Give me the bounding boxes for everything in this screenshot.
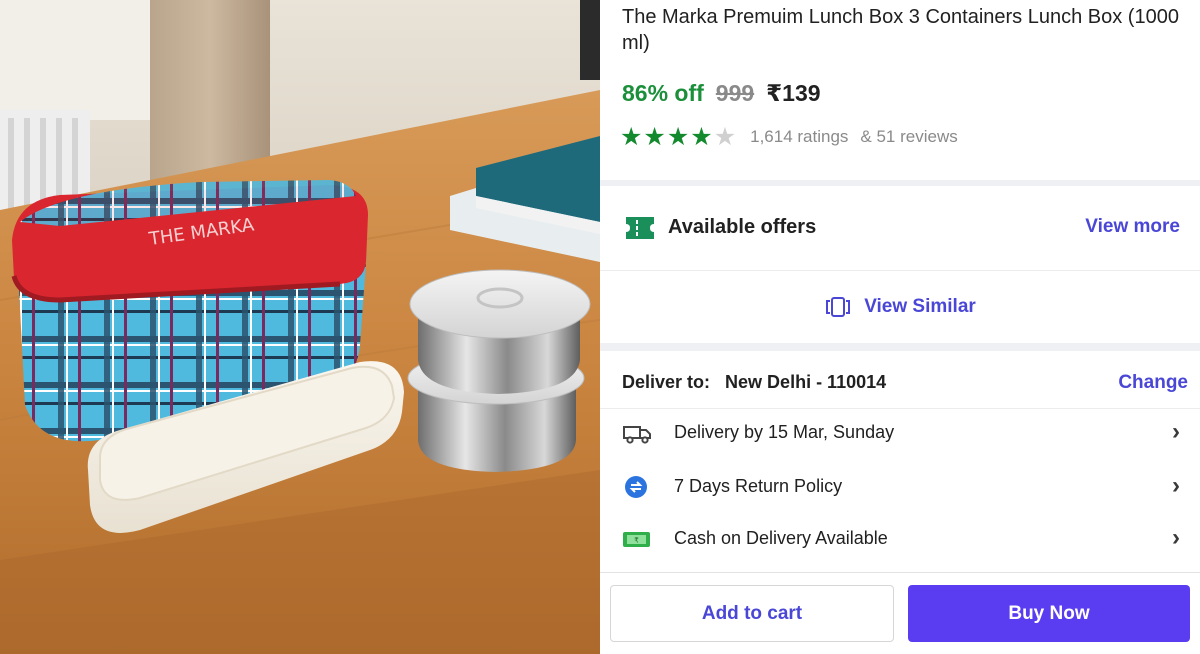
- bottom-action-bar: Add to cart Buy Now: [600, 572, 1200, 654]
- return-policy-text: 7 Days Return Policy: [674, 476, 843, 496]
- similar-cards-icon: [826, 297, 851, 317]
- rating-row[interactable]: ★ ★ ★ ★ ★ 1,614 ratings & 51 reviews: [620, 124, 958, 150]
- discount-percent: 86% off: [622, 80, 704, 106]
- product-image[interactable]: THE MARKA: [0, 0, 600, 654]
- available-offers-row[interactable]: Available offers View more: [600, 186, 1200, 270]
- product-details-panel: The Marka Premuim Lunch Box 3 Containers…: [600, 0, 1200, 654]
- delivery-location: New Delhi - 110014: [725, 372, 887, 392]
- rating-stars: ★ ★ ★ ★ ★: [620, 124, 736, 150]
- reviews-count: & 51 reviews: [860, 127, 958, 146]
- selling-price: ₹139: [766, 80, 821, 106]
- return-icon: [625, 476, 647, 498]
- steel-containers: [407, 269, 591, 472]
- change-location-link[interactable]: Change: [1118, 372, 1188, 394]
- chevron-right-icon: ›: [1172, 524, 1180, 551]
- cash-icon: ₹: [623, 532, 650, 547]
- ticket-icon: [626, 217, 654, 239]
- delivery-date-row[interactable]: Delivery by 15 Mar, Sunday ›: [600, 408, 1200, 460]
- product-title: The Marka Premuim Lunch Box 3 Containers…: [622, 6, 1179, 54]
- view-more-link[interactable]: View more: [1085, 216, 1180, 238]
- return-policy-row[interactable]: 7 Days Return Policy ›: [600, 462, 1200, 514]
- ratings-count: 1,614 ratings: [750, 127, 849, 146]
- delivery-date-text: Delivery by 15 Mar, Sunday: [674, 422, 895, 442]
- chevron-right-icon: ›: [1172, 472, 1180, 499]
- truck-icon: [623, 426, 651, 444]
- deliver-to-label: Deliver to:: [622, 372, 711, 392]
- buy-now-button[interactable]: Buy Now: [908, 585, 1190, 642]
- section-divider: [600, 343, 1200, 351]
- chevron-right-icon: ›: [1172, 418, 1180, 445]
- star-filled-icon: ★: [666, 123, 690, 151]
- star-filled-icon: ★: [643, 123, 666, 151]
- star-filled-icon: ★: [620, 123, 643, 151]
- star-empty-icon: ★: [713, 123, 737, 151]
- view-similar-label: View Similar: [864, 296, 976, 317]
- star-filled-icon: ★: [690, 123, 713, 151]
- deliver-to-row: Deliver to: New Delhi - 110014 Change: [622, 372, 1188, 398]
- offers-label: Available offers: [668, 216, 817, 238]
- svg-text:₹: ₹: [634, 537, 639, 545]
- price-row: 86% off 999 ₹139: [622, 80, 821, 107]
- original-price: 999: [715, 80, 755, 106]
- view-similar-button[interactable]: View Similar: [600, 271, 1200, 343]
- cash-on-delivery-row[interactable]: ₹ Cash on Delivery Available ›: [600, 514, 1200, 566]
- cod-text: Cash on Delivery Available: [674, 528, 888, 548]
- lunch-box-photo: THE MARKA: [0, 0, 600, 654]
- add-to-cart-button[interactable]: Add to cart: [610, 585, 894, 642]
